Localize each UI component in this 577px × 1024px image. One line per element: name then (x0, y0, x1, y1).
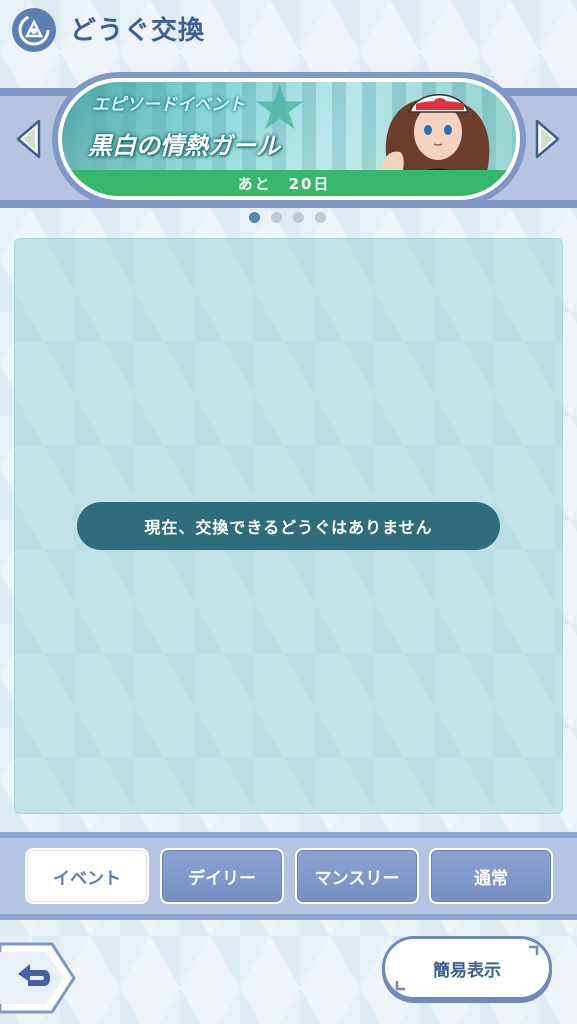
back-button[interactable] (0, 940, 76, 1016)
back-arrow-icon (0, 942, 76, 1014)
tab-normal[interactable]: 通常 (429, 848, 553, 904)
arrow-right-icon (535, 119, 560, 159)
event-banner-art: ★ エピソードイベント 黒白の情熱ガール あと 20日 (62, 82, 516, 196)
event-banner[interactable]: ★ エピソードイベント 黒白の情熱ガール あと 20日 (52, 72, 526, 206)
exchange-icon (12, 8, 56, 52)
banner-category: エピソードイベント (92, 95, 245, 115)
arrow-left-icon (16, 119, 41, 159)
event-banner-frame: ★ エピソードイベント 黒白の情熱ガール あと 20日 (58, 78, 520, 200)
pagination-dot[interactable] (315, 212, 326, 223)
corner-arrow-icon (395, 981, 405, 991)
tab-event[interactable]: イベント (25, 848, 149, 904)
header: どうぐ交換 (0, 0, 577, 60)
banner-prev-button[interactable] (12, 118, 44, 160)
page-title: どうぐ交換 (70, 16, 206, 46)
banner-remaining-days: あと 20日 (237, 174, 331, 193)
simple-view-label: 簡易表示 (433, 960, 501, 981)
corner-arrow-icon (529, 945, 539, 955)
banner-remaining-bar: あと 20日 (62, 170, 516, 196)
pagination-dot[interactable] (293, 212, 304, 223)
trainer-portrait (380, 94, 490, 176)
banner-title: 黒白の情熱ガール (88, 132, 280, 160)
banner-next-button[interactable] (532, 118, 564, 160)
simple-view-button[interactable]: 簡易表示 (382, 936, 552, 1000)
pagination-dot[interactable] (249, 212, 260, 223)
tab-monthly[interactable]: マンスリー (295, 848, 419, 904)
banner-pagination (249, 212, 329, 224)
tab-daily[interactable]: デイリー (160, 848, 284, 904)
pagination-dot[interactable] (271, 212, 282, 223)
empty-message: 現在、交換できるどうぐはありません (77, 502, 500, 550)
